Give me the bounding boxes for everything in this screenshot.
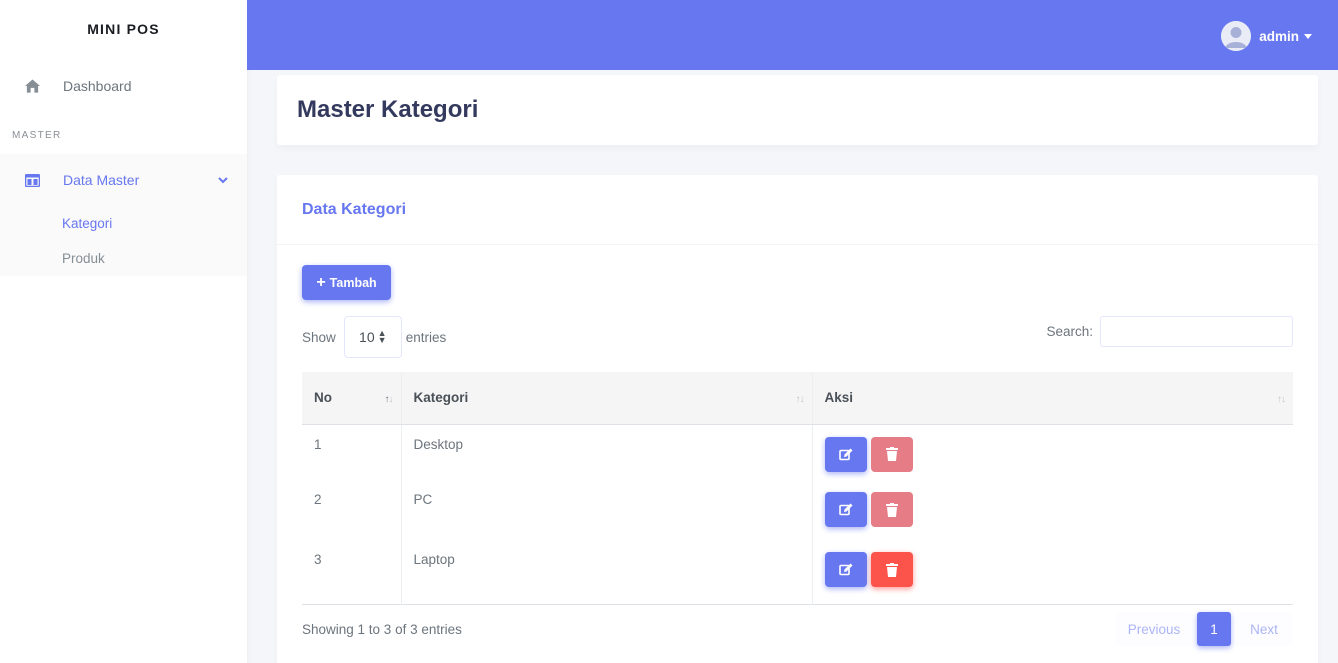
kategori-table: No ↑↓ Kategori ↑↓ Aksi ↑↓ 1 Desktop 2 PC… [302, 372, 1293, 605]
chevron-down-icon [217, 174, 229, 186]
cell-no: 2 [302, 484, 402, 544]
column-header-no[interactable]: No ↑↓ [302, 372, 402, 425]
next-button[interactable]: Next [1235, 612, 1293, 646]
edit-icon [838, 448, 852, 460]
table-header-row: No ↑↓ Kategori ↑↓ Aksi ↑↓ [302, 372, 1293, 425]
cell-no: 3 [302, 544, 402, 604]
add-button[interactable]: + Tambah [302, 265, 391, 300]
home-icon [24, 78, 40, 94]
page-title: Master Kategori [297, 96, 479, 123]
edit-button[interactable] [824, 552, 867, 587]
cell-kategori: Laptop [401, 544, 813, 604]
cell-actions [812, 484, 1293, 544]
column-header-aksi[interactable]: Aksi ↑↓ [812, 372, 1293, 425]
trash-icon [885, 562, 898, 577]
columns-icon [24, 172, 40, 188]
table-row: 2 PC [302, 484, 1293, 544]
sort-icon: ↑↓ [795, 394, 805, 405]
edit-button[interactable] [824, 436, 867, 472]
menu-header: MASTER [12, 130, 62, 141]
caret-down-icon [1304, 33, 1312, 39]
section-header: Master Kategori [277, 75, 1318, 145]
show-label: Show [302, 329, 336, 345]
sidebar-item-label: Dashboard [63, 78, 132, 94]
sort-updown-icon: ▲ ▼ [377, 328, 387, 345]
card-title: Data Kategori [302, 200, 407, 218]
data-card: Data Kategori + Tambah Show 10 ▲ ▼ entrie… [277, 175, 1318, 663]
sidebar-item-produk[interactable]: Produk [0, 241, 247, 276]
table-info: Showing 1 to 3 of 3 entries [302, 622, 462, 637]
add-button-label: Tambah [329, 275, 377, 290]
cell-kategori: PC [401, 484, 813, 544]
pagination: Previous 1 Next [1115, 612, 1293, 646]
header-label: No [314, 390, 332, 406]
sidebar: MINI POS Dashboard MASTER Data Master Ka… [0, 0, 247, 663]
search-input[interactable] [1100, 316, 1293, 347]
sidebar-dropdown-group: Data Master Kategori Produk [0, 154, 247, 276]
card-header: Data Kategori [277, 175, 1318, 245]
cell-kategori: Desktop [401, 424, 813, 484]
sidebar-item-dashboard[interactable]: Dashboard [0, 58, 247, 114]
delete-button[interactable] [870, 552, 913, 587]
previous-button[interactable]: Previous [1115, 612, 1193, 646]
table-row: 1 Desktop [302, 424, 1293, 484]
avatar-icon [1221, 21, 1252, 51]
sort-icon: ↑↓ [1277, 394, 1286, 405]
entries-select[interactable]: 10 ▲ ▼ [343, 316, 402, 358]
trash-icon [885, 447, 898, 461]
search-label: Search: [1046, 324, 1093, 339]
sidebar-item-label: Data Master [63, 172, 140, 188]
plus-icon: + [316, 273, 326, 291]
page-1-button[interactable]: 1 [1197, 612, 1231, 646]
cell-actions [812, 544, 1293, 604]
cell-actions [812, 424, 1293, 484]
sidebar-item-data-master[interactable]: Data Master [0, 154, 247, 206]
edit-button[interactable] [824, 492, 867, 527]
delete-button[interactable] [870, 492, 913, 527]
sort-icon: ↑↓ [384, 394, 394, 405]
search-area: Search: [1046, 316, 1293, 347]
brand-logo[interactable]: MINI POS [0, 0, 247, 58]
delete-button[interactable] [870, 436, 913, 472]
column-header-kategori[interactable]: Kategori ↑↓ [401, 372, 813, 425]
trash-icon [885, 502, 898, 517]
entries-value: 10 [359, 329, 375, 345]
username: admin [1259, 28, 1299, 44]
cell-no: 1 [302, 424, 402, 484]
table-row: 3 Laptop [302, 544, 1293, 604]
top-navbar: admin [247, 0, 1338, 70]
edit-icon [838, 563, 852, 576]
header-label: Kategori [413, 390, 469, 406]
user-dropdown[interactable]: admin [1221, 21, 1312, 51]
entries-length: Show 10 ▲ ▼ entries [302, 316, 446, 358]
edit-icon [838, 503, 852, 516]
sidebar-item-kategori[interactable]: Kategori [0, 206, 247, 241]
entries-label: entries [405, 329, 447, 345]
header-label: Aksi [824, 390, 854, 406]
